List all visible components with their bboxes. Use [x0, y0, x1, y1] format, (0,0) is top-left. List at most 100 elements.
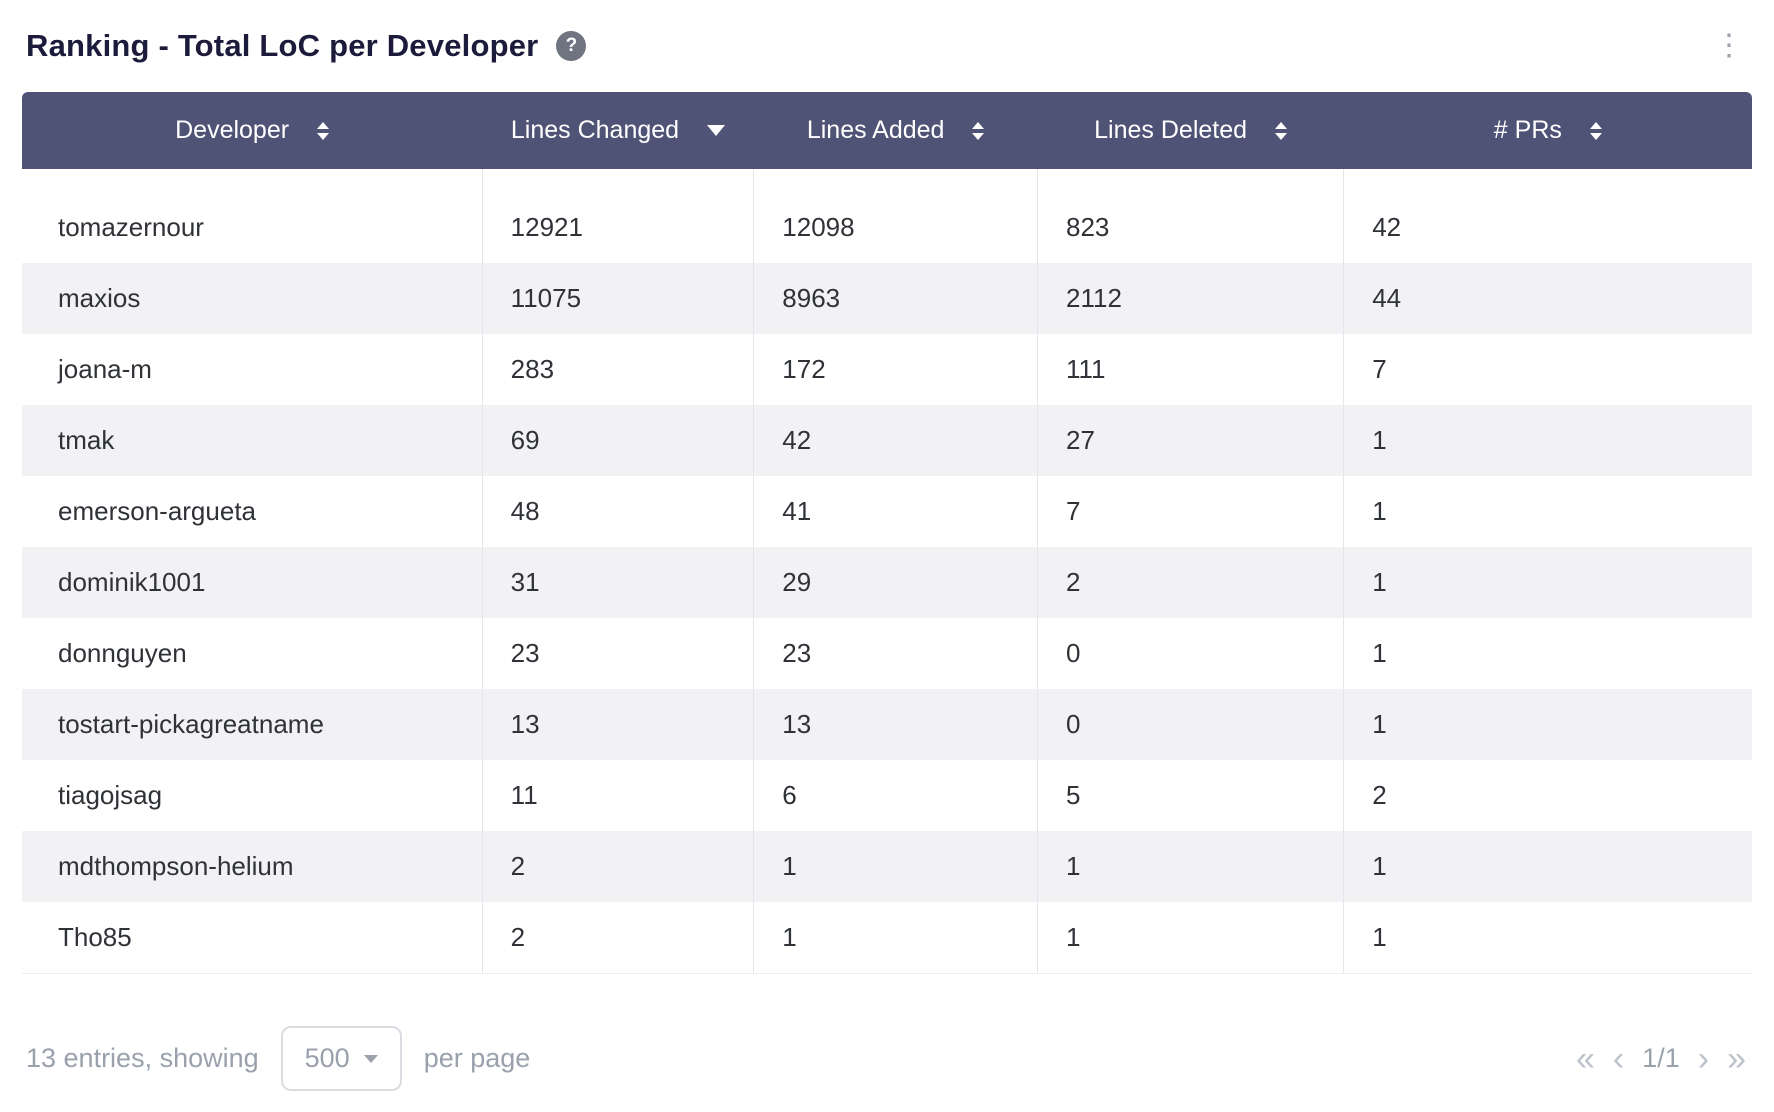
value-cell: 12921 [482, 192, 754, 263]
value-cell: 823 [1038, 192, 1344, 263]
table-body: tomazernour129211209882342maxios11075896… [22, 169, 1752, 973]
pagination: « ‹ 1/1 › » [1576, 1042, 1746, 1076]
spacer-cell [1038, 169, 1344, 192]
ranking-table: Developer Lines Changed Lines Added Lines D… [22, 92, 1752, 973]
table-header: Developer Lines Changed Lines Added Lines D… [22, 92, 1752, 169]
value-cell: 48 [482, 476, 754, 547]
help-icon[interactable]: ? [556, 31, 586, 61]
value-cell: 1 [1344, 618, 1752, 689]
developer-cell: tmak [22, 405, 482, 476]
spacer-row [22, 169, 1752, 192]
sort-both-icon [1590, 122, 1602, 140]
developer-cell: joana-m [22, 334, 482, 405]
value-cell: 31 [482, 547, 754, 618]
per-page-text: per page [424, 1043, 531, 1074]
footer-left: 13 entries, showing 500 per page [26, 1026, 530, 1091]
value-cell: 42 [754, 405, 1038, 476]
developer-cell: mdthompson-helium [22, 831, 482, 902]
value-cell: 12098 [754, 192, 1038, 263]
header-row: Developer Lines Changed Lines Added Lines D… [22, 92, 1752, 169]
value-cell: 283 [482, 334, 754, 405]
column-header-lines-changed[interactable]: Lines Changed [482, 92, 754, 169]
sort-both-icon [1275, 122, 1287, 140]
spacer-cell [754, 169, 1038, 192]
prev-page-button[interactable]: ‹ [1613, 1042, 1624, 1076]
table-footer: 13 entries, showing 500 per page « ‹ 1/1… [22, 1026, 1752, 1091]
column-header-prs[interactable]: # PRs [1344, 92, 1752, 169]
developer-cell: maxios [22, 263, 482, 334]
value-cell: 11 [482, 760, 754, 831]
value-cell: 41 [754, 476, 1038, 547]
value-cell: 2 [482, 902, 754, 973]
page-title: Ranking - Total LoC per Developer [26, 28, 538, 64]
developer-cell: tostart-pickagreatname [22, 689, 482, 760]
value-cell: 2 [1344, 760, 1752, 831]
value-cell: 27 [1038, 405, 1344, 476]
table-row: dominik1001312921 [22, 547, 1752, 618]
kebab-menu-icon[interactable]: ⋮ [1710, 31, 1748, 61]
last-page-button[interactable]: » [1727, 1042, 1746, 1076]
value-cell: 7 [1344, 334, 1752, 405]
value-cell: 11075 [482, 263, 754, 334]
developer-cell: tomazernour [22, 192, 482, 263]
developer-cell: tiagojsag [22, 760, 482, 831]
value-cell: 23 [754, 618, 1038, 689]
column-header-lines-deleted[interactable]: Lines Deleted [1038, 92, 1344, 169]
sort-both-icon [317, 122, 329, 140]
table-row: tmak6942271 [22, 405, 1752, 476]
value-cell: 0 [1038, 618, 1344, 689]
value-cell: 1 [754, 831, 1038, 902]
value-cell: 111 [1038, 334, 1344, 405]
value-cell: 44 [1344, 263, 1752, 334]
developer-cell: donnguyen [22, 618, 482, 689]
value-cell: 1 [1344, 547, 1752, 618]
entries-text: 13 entries, showing [26, 1043, 259, 1074]
value-cell: 1 [754, 902, 1038, 973]
value-cell: 2112 [1038, 263, 1344, 334]
first-page-button[interactable]: « [1576, 1042, 1595, 1076]
column-label: Developer [175, 116, 289, 145]
spacer-cell [482, 169, 754, 192]
sort-both-icon [972, 122, 984, 140]
spacer-cell [22, 169, 482, 192]
value-cell: 7 [1038, 476, 1344, 547]
ranking-widget: Ranking - Total LoC per Developer ? ⋮ De… [0, 0, 1774, 1112]
developer-cell: emerson-argueta [22, 476, 482, 547]
table-row: mdthompson-helium2111 [22, 831, 1752, 902]
value-cell: 13 [482, 689, 754, 760]
page-size-select[interactable]: 500 [281, 1026, 402, 1091]
value-cell: 1 [1038, 902, 1344, 973]
column-label: Lines Deleted [1094, 116, 1247, 145]
table-row: emerson-argueta484171 [22, 476, 1752, 547]
table-row: joana-m2831721117 [22, 334, 1752, 405]
value-cell: 13 [754, 689, 1038, 760]
column-header-developer[interactable]: Developer [22, 92, 482, 169]
value-cell: 6 [754, 760, 1038, 831]
table-row: tostart-pickagreatname131301 [22, 689, 1752, 760]
value-cell: 23 [482, 618, 754, 689]
table-row: maxios110758963211244 [22, 263, 1752, 334]
column-label: Lines Changed [511, 116, 679, 145]
widget-header: Ranking - Total LoC per Developer ? ⋮ [26, 28, 1748, 64]
value-cell: 2 [1038, 547, 1344, 618]
spacer-cell [1344, 169, 1752, 192]
value-cell: 1 [1344, 831, 1752, 902]
value-cell: 1 [1344, 689, 1752, 760]
value-cell: 172 [754, 334, 1038, 405]
value-cell: 5 [1038, 760, 1344, 831]
table-row: tomazernour129211209882342 [22, 192, 1752, 263]
ranking-table-container: Developer Lines Changed Lines Added Lines D… [22, 92, 1752, 974]
value-cell: 42 [1344, 192, 1752, 263]
page-size-value: 500 [305, 1043, 350, 1074]
value-cell: 69 [482, 405, 754, 476]
value-cell: 1 [1344, 405, 1752, 476]
next-page-button[interactable]: › [1698, 1042, 1709, 1076]
column-header-lines-added[interactable]: Lines Added [754, 92, 1038, 169]
value-cell: 29 [754, 547, 1038, 618]
page-indicator: 1/1 [1642, 1043, 1680, 1074]
caret-down-icon [364, 1055, 378, 1063]
table-row: Tho852111 [22, 902, 1752, 973]
developer-cell: dominik1001 [22, 547, 482, 618]
value-cell: 1 [1038, 831, 1344, 902]
sort-desc-icon [707, 125, 725, 136]
